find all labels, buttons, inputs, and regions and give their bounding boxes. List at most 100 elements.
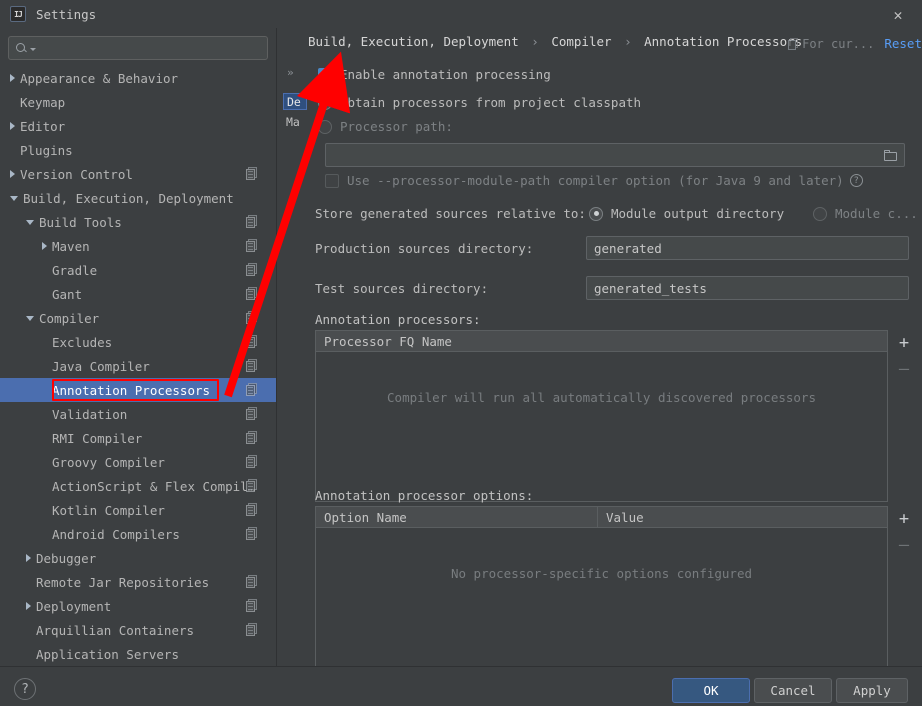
sidebar-item-actionscript-flex-compil[interactable]: ActionScript & Flex Compil… bbox=[0, 474, 276, 498]
sidebar-item-label: Build, Execution, Deployment bbox=[23, 190, 234, 206]
sidebar-item-gant[interactable]: Gant bbox=[0, 282, 276, 306]
obtain-from-classpath-radio[interactable] bbox=[318, 95, 332, 110]
table-body: Compiler will run all automatically disc… bbox=[316, 352, 887, 501]
sidebar-item-remote-jar-repositories[interactable]: Remote Jar Repositories bbox=[0, 570, 276, 594]
browse-folder-icon[interactable] bbox=[884, 150, 897, 161]
sidebar-item-label: Version Control bbox=[20, 166, 133, 182]
sidebar-item-build-tools[interactable]: Build Tools bbox=[0, 210, 276, 234]
breadcrumb-separator: › bbox=[624, 34, 632, 49]
empty-state-text: No processor-specific options configured bbox=[450, 566, 753, 581]
sidebar-item-label: Gant bbox=[52, 286, 83, 302]
chevron-right-icon[interactable] bbox=[10, 74, 15, 82]
sidebar-item-validation[interactable]: Validation bbox=[0, 402, 276, 426]
search-box[interactable] bbox=[8, 36, 268, 60]
breadcrumb-item-0[interactable]: Build, Execution, Deployment bbox=[308, 34, 519, 49]
sidebar-item-maven[interactable]: Maven bbox=[0, 234, 276, 258]
annotation-processors-section-label: Annotation processors: bbox=[315, 312, 481, 327]
collapsed-tab-strip: » De Ma bbox=[283, 60, 307, 150]
sidebar-item-application-servers[interactable]: Application Servers bbox=[0, 642, 276, 666]
column-header-option-name[interactable]: Option Name bbox=[316, 507, 598, 527]
project-settings-icon bbox=[246, 167, 258, 180]
processor-path-input[interactable] bbox=[325, 143, 905, 167]
tab-de[interactable]: De bbox=[283, 93, 307, 110]
cancel-button[interactable]: Cancel bbox=[754, 678, 832, 703]
chevron-right-icon[interactable] bbox=[10, 170, 15, 178]
production-sources-input[interactable]: generated bbox=[586, 236, 909, 260]
obtain-from-classpath-row[interactable]: Obtain processors from project classpath bbox=[318, 95, 641, 110]
enable-annotation-processing-row[interactable]: Enable annotation processing bbox=[318, 67, 551, 82]
tab-ma[interactable]: Ma bbox=[283, 113, 307, 130]
module-output-directory-radio[interactable] bbox=[589, 206, 603, 221]
reset-link[interactable]: Reset bbox=[884, 36, 922, 51]
search-input[interactable] bbox=[36, 40, 267, 56]
project-settings-icon bbox=[246, 431, 258, 444]
sidebar-item-build-execution-deployment[interactable]: Build, Execution, Deployment bbox=[0, 186, 276, 210]
chevron-right-icon[interactable] bbox=[42, 242, 47, 250]
project-settings-icon bbox=[246, 335, 258, 348]
processor-path-label: Processor path: bbox=[340, 119, 453, 134]
sidebar-item-label: Excludes bbox=[52, 334, 113, 350]
sidebar-item-appearance-behavior[interactable]: Appearance & Behavior bbox=[0, 66, 276, 90]
processor-path-radio[interactable] bbox=[318, 119, 332, 134]
sidebar-item-label: Application Servers bbox=[36, 646, 179, 662]
sidebar-item-excludes[interactable]: Excludes bbox=[0, 330, 276, 354]
expand-tabs-icon[interactable]: » bbox=[287, 66, 294, 79]
sidebar-item-arquillian-containers[interactable]: Arquillian Containers bbox=[0, 618, 276, 642]
sidebar-item-editor[interactable]: Editor bbox=[0, 114, 276, 138]
remove-processor-button[interactable]: – bbox=[892, 356, 916, 382]
sidebar-item-version-control[interactable]: Version Control bbox=[0, 162, 276, 186]
annotation-processors-table[interactable]: Processor FQ Name Compiler will run all … bbox=[315, 330, 888, 502]
add-processor-button[interactable]: + bbox=[892, 330, 916, 356]
sidebar-scrollbar-track[interactable] bbox=[258, 56, 523, 684]
annotation-processor-options-table[interactable]: Option Name Value No processor-specific … bbox=[315, 506, 888, 678]
chevron-right-icon[interactable] bbox=[10, 122, 15, 130]
sidebar-item-keymap[interactable]: Keymap bbox=[0, 90, 276, 114]
test-sources-input[interactable]: generated_tests bbox=[586, 276, 909, 300]
apply-button[interactable]: Apply bbox=[836, 678, 908, 703]
settings-tree[interactable]: Appearance & Behavior Keymap Editor Plugins… bbox=[0, 66, 276, 694]
processor-path-row[interactable]: Processor path: bbox=[318, 119, 453, 134]
add-option-button[interactable]: + bbox=[892, 506, 916, 532]
chevron-right-icon[interactable] bbox=[26, 554, 31, 562]
for-current-project-label[interactable]: For cur... bbox=[788, 37, 874, 51]
sidebar-item-kotlin-compiler[interactable]: Kotlin Compiler bbox=[0, 498, 276, 522]
breadcrumb: Build, Execution, Deployment › Compiler … bbox=[308, 34, 802, 49]
module-output-dir-option[interactable]: Module output directory bbox=[589, 206, 784, 221]
sidebar-item-android-compilers[interactable]: Android Compilers bbox=[0, 522, 276, 546]
sidebar-item-gradle[interactable]: Gradle bbox=[0, 258, 276, 282]
sidebar-item-plugins[interactable]: Plugins bbox=[0, 138, 276, 162]
chevron-down-icon[interactable] bbox=[26, 219, 34, 225]
help-button[interactable]: ? bbox=[14, 678, 36, 700]
module-content-root-radio[interactable] bbox=[813, 206, 827, 221]
project-settings-icon bbox=[246, 359, 258, 372]
chevron-down-icon[interactable] bbox=[26, 315, 34, 321]
sidebar-item-deployment[interactable]: Deployment bbox=[0, 594, 276, 618]
project-settings-icon bbox=[246, 527, 258, 540]
ok-button[interactable]: OK bbox=[672, 678, 750, 703]
breadcrumb-item-2: Annotation Processors bbox=[644, 34, 803, 49]
column-header-processor-fq-name[interactable]: Processor FQ Name bbox=[316, 331, 887, 351]
processor-module-path-checkbox[interactable] bbox=[325, 173, 339, 188]
project-settings-icon bbox=[246, 599, 258, 612]
sidebar-item-groovy-compiler[interactable]: Groovy Compiler bbox=[0, 450, 276, 474]
sidebar-item-rmi-compiler[interactable]: RMI Compiler bbox=[0, 426, 276, 450]
module-content-dir-option[interactable]: Module c... bbox=[813, 206, 918, 221]
table-header-row: Processor FQ Name bbox=[316, 331, 887, 352]
enable-annotation-processing-checkbox[interactable] bbox=[318, 67, 332, 82]
sidebar-item-compiler[interactable]: Compiler bbox=[0, 306, 276, 330]
breadcrumb-item-1[interactable]: Compiler bbox=[551, 34, 611, 49]
processor-module-path-row[interactable]: Use --processor-module-path compiler opt… bbox=[325, 173, 863, 188]
chevron-right-icon[interactable] bbox=[26, 602, 31, 610]
table-header-row: Option Name Value bbox=[316, 507, 887, 528]
sidebar-item-label: Remote Jar Repositories bbox=[36, 574, 210, 590]
help-icon[interactable]: ? bbox=[849, 174, 863, 187]
sidebar-item-debugger[interactable]: Debugger bbox=[0, 546, 276, 570]
remove-option-button[interactable]: – bbox=[892, 532, 916, 558]
search-icon bbox=[15, 41, 29, 55]
sidebar-item-java-compiler[interactable]: Java Compiler bbox=[0, 354, 276, 378]
chevron-down-icon[interactable] bbox=[10, 195, 18, 201]
column-header-value[interactable]: Value bbox=[598, 507, 887, 527]
project-settings-icon bbox=[246, 575, 258, 588]
close-icon[interactable]: ✕ bbox=[882, 4, 914, 26]
sidebar-item-annotation-processors[interactable]: Annotation Processors bbox=[0, 378, 276, 402]
